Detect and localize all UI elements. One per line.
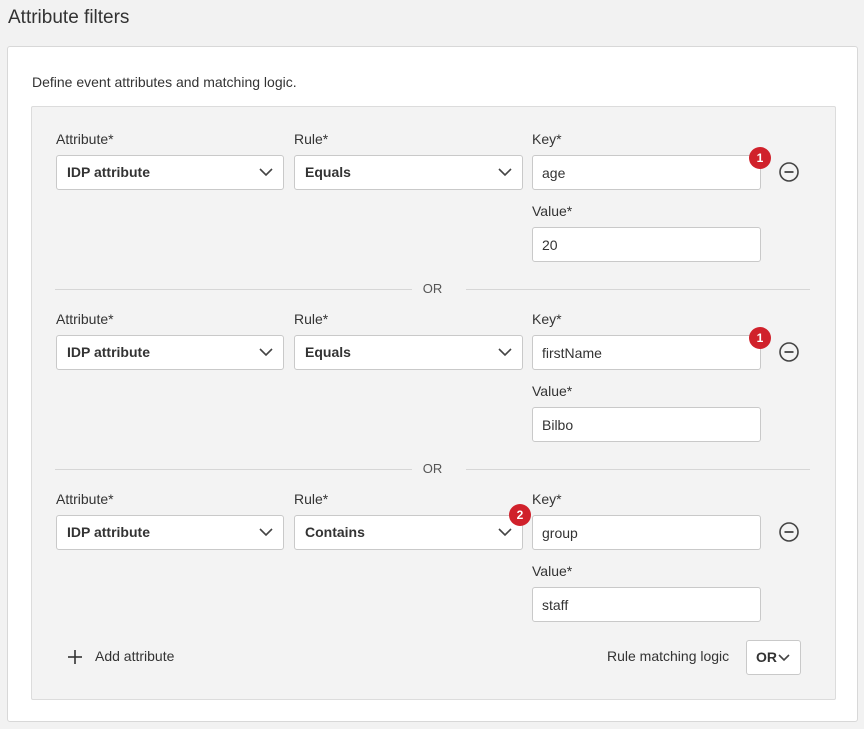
card-description: Define event attributes and matching log…	[32, 74, 297, 90]
key-input[interactable]	[532, 155, 761, 190]
remove-attribute-icon[interactable]	[778, 161, 800, 183]
chevron-down-icon	[778, 654, 790, 662]
attribute-select[interactable]: IDP attribute	[56, 335, 284, 370]
chevron-down-icon	[498, 348, 512, 357]
chevron-down-icon	[259, 348, 273, 357]
attribute-select-value: IDP attribute	[67, 164, 150, 180]
filters-panel: Attribute* Rule* Key* IDP attribute Equa…	[31, 106, 836, 700]
error-count-badge: 2	[509, 504, 531, 526]
error-count-badge: 1	[749, 327, 771, 349]
value-label: Value*	[532, 383, 573, 399]
attribute-label: Attribute*	[56, 491, 114, 507]
attribute-filters-card: Define event attributes and matching log…	[7, 46, 858, 722]
rule-select[interactable]: Equals	[294, 155, 523, 190]
key-input[interactable]	[532, 335, 761, 370]
key-input[interactable]	[532, 515, 761, 550]
rule-matching-logic-label: Rule matching logic	[607, 648, 730, 664]
rule-select-value: Equals	[305, 344, 351, 360]
value-input[interactable]	[532, 227, 761, 262]
key-label: Key*	[532, 311, 562, 327]
filter-row: Attribute* Rule* Key* IDP attribute Equa…	[32, 311, 835, 451]
rule-label: Rule*	[294, 491, 329, 507]
value-input[interactable]	[532, 587, 761, 622]
rule-label: Rule*	[294, 311, 329, 327]
chevron-down-icon	[498, 168, 512, 177]
chevron-down-icon	[259, 168, 273, 177]
error-count-badge: 1	[749, 147, 771, 169]
or-divider: OR	[55, 280, 810, 300]
value-input[interactable]	[532, 407, 761, 442]
attribute-label: Attribute*	[56, 311, 114, 327]
attribute-select-value: IDP attribute	[67, 524, 150, 540]
attribute-select[interactable]: IDP attribute	[56, 155, 284, 190]
rule-matching-logic-value: OR	[756, 649, 777, 665]
key-label: Key*	[532, 491, 562, 507]
value-label: Value*	[532, 203, 573, 219]
attribute-label: Attribute*	[56, 131, 114, 147]
rule-select[interactable]: Equals	[294, 335, 523, 370]
remove-attribute-icon[interactable]	[778, 341, 800, 363]
key-label: Key*	[532, 131, 562, 147]
rule-select-value: Contains	[305, 524, 365, 540]
value-label: Value*	[532, 563, 573, 579]
chevron-down-icon	[498, 528, 512, 537]
page-title: Attribute filters	[8, 7, 130, 28]
add-attribute-label: Add attribute	[95, 648, 175, 664]
rule-select[interactable]: Contains	[294, 515, 523, 550]
attribute-select-value: IDP attribute	[67, 344, 150, 360]
chevron-down-icon	[259, 528, 273, 537]
filter-row: Attribute* Rule* Key* IDP attribute Cont…	[32, 491, 835, 631]
plus-icon	[68, 650, 82, 664]
filter-row: Attribute* Rule* Key* IDP attribute Equa…	[32, 131, 835, 271]
rule-matching-logic-select[interactable]: OR	[746, 640, 801, 675]
rule-label: Rule*	[294, 131, 329, 147]
rule-select-value: Equals	[305, 164, 351, 180]
remove-attribute-icon[interactable]	[778, 521, 800, 543]
attribute-select[interactable]: IDP attribute	[56, 515, 284, 550]
or-divider: OR	[55, 460, 810, 480]
